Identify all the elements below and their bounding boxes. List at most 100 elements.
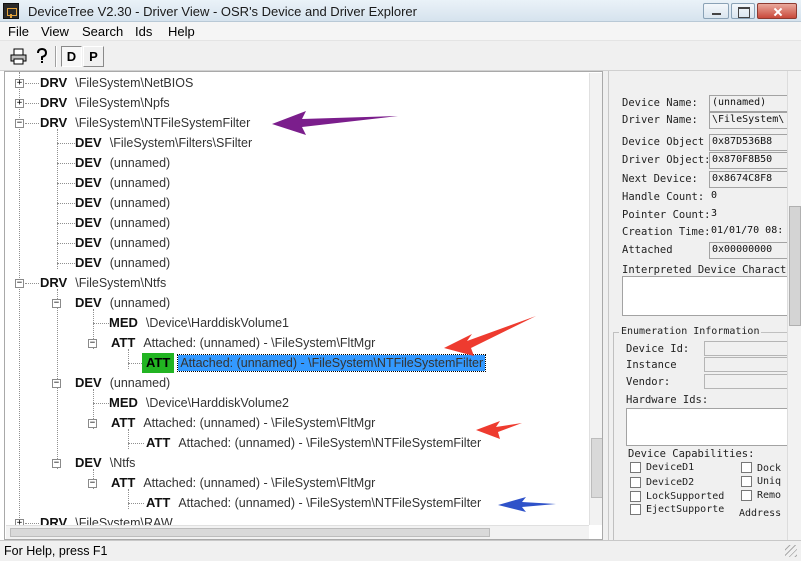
cap-remo-checkbox[interactable] [741,490,752,501]
collapse-toggle[interactable]: − [88,479,97,488]
characteristics-box[interactable] [622,276,792,316]
tree-line [57,263,75,264]
driver-name-field[interactable]: \FileSystem\ [709,112,799,129]
node-type: DEV [75,195,102,210]
tree-node-drv[interactable]: DRV \FileSystem\Ntfs [40,273,166,293]
printer-icon [10,48,27,65]
cap-deviced2-label: DeviceD2 [646,477,695,488]
tree-line [25,523,39,524]
details-scroll-thumb[interactable] [789,206,801,326]
tree-node-dev[interactable]: DEV (unnamed) [75,153,170,173]
device-name-field[interactable]: (unnamed) [709,95,799,112]
cap-uniq-checkbox[interactable] [741,476,752,487]
tree-node-att-selected[interactable]: ATT Attached: (unnamed) - \FileSystem\NTF… [142,353,487,373]
next-device-field[interactable]: 0x8674C8F8 [709,171,799,188]
tree-line [25,83,39,84]
device-tree-view[interactable]: + + − − − − − − − − + DRV \FileSystem\Net… [4,71,603,540]
interpreted-characteristics-label: Interpreted Device Characte [622,264,793,276]
pointer-count-field[interactable]: 3 [709,207,799,224]
node-type: ATT [146,495,171,510]
node-type: DRV [40,275,68,290]
tree-node-dev[interactable]: DEV (unnamed) [75,213,170,233]
cap-eject-checkbox[interactable] [630,504,641,515]
expand-toggle[interactable]: + [15,79,24,88]
tree-node-dev[interactable]: DEV \FileSystem\Filters\SFilter [75,133,252,153]
tree-node-med[interactable]: MED \Device\HarddiskVolume1 [109,313,289,333]
cap-deviced1-checkbox[interactable] [630,462,641,473]
collapse-toggle[interactable]: − [15,119,24,128]
collapse-toggle[interactable]: − [52,299,61,308]
menu-view[interactable]: View [41,24,69,39]
node-label: \Device\HarddiskVolume1 [145,316,290,330]
tree-node-dev[interactable]: DEV (unnamed) [75,233,170,253]
instance-label: Instance [626,359,677,371]
menu-help[interactable]: Help [168,24,195,39]
node-type: MED [109,395,138,410]
tree-node-att[interactable]: ATT Attached: (unnamed) - \FileSystem\Flt… [111,473,375,493]
next-device-label: Next Device: [622,173,698,185]
tree-node-drv[interactable]: DRV \FileSystem\NetBIOS [40,73,193,93]
tree-hscroll-thumb[interactable] [10,528,490,537]
title-bar[interactable]: DeviceTree V2.30 - Driver View - OSR's D… [0,0,801,22]
print-button[interactable] [8,46,29,67]
maximize-button[interactable] [731,3,755,19]
driver-view-button[interactable]: D [61,46,82,67]
node-type: DEV [75,135,102,150]
cap-lock-label: LockSupported [646,491,725,502]
node-type: DEV [75,175,102,190]
tree-node-dev[interactable]: DEV (unnamed) [75,293,170,313]
creation-time-field[interactable]: 01/01/70 08: [709,224,799,241]
expand-toggle[interactable]: + [15,99,24,108]
node-label: (unnamed) [109,256,171,270]
node-label: \Ntfs [109,456,136,470]
pnp-view-button[interactable]: P [83,46,104,67]
cap-dock-checkbox[interactable] [741,462,752,473]
tree-node-att[interactable]: ATT Attached: (unnamed) - \FileSystem\Flt… [111,333,375,353]
tree-scroll-thumb[interactable] [591,438,602,498]
close-button[interactable] [757,3,797,19]
tree-node-dev[interactable]: DEV (unnamed) [75,193,170,213]
details-vertical-scrollbar[interactable] [787,71,801,540]
tree-node-med[interactable]: MED \Device\HarddiskVolume2 [109,393,289,413]
minimize-button[interactable] [703,3,729,19]
toolbar: D P [0,41,801,71]
device-object-field[interactable]: 0x87D536B8 [709,134,799,151]
menu-ids[interactable]: Ids [135,24,152,39]
tree-line [57,129,58,269]
tree-node-drv[interactable]: DRV \FileSystem\Npfs [40,93,170,113]
collapse-toggle[interactable]: − [52,379,61,388]
node-label: (unnamed) [109,216,171,230]
collapse-toggle[interactable]: − [88,339,97,348]
menu-file[interactable]: File [8,24,29,39]
hardware-ids-box[interactable] [626,408,791,446]
tree-node-att[interactable]: ATT Attached: (unnamed) - \FileSystem\Flt… [111,413,375,433]
tree-node-dev[interactable]: DEV (unnamed) [75,253,170,273]
device-object-label: Device Object [622,136,705,148]
cap-lock-checkbox[interactable] [630,491,641,502]
attached-field[interactable]: 0x00000000 [709,242,799,259]
tree-node-drv[interactable]: DRV \FileSystem\NTFileSystemFilter [40,113,250,133]
capabilities-label: Device Capabilities: [628,448,755,460]
collapse-toggle[interactable]: − [88,419,97,428]
node-type: DRV [40,75,68,90]
tree-node-dev[interactable]: DEV \Ntfs [75,453,135,473]
handle-count-field[interactable]: 0 [709,189,799,206]
help-button[interactable] [31,46,52,67]
node-type: MED [109,315,138,330]
collapse-toggle[interactable]: − [15,279,24,288]
node-label: Attached: (unnamed) - \FileSystem\NTFile… [178,496,482,510]
tree-node-att[interactable]: ATT Attached: (unnamed) - \FileSystem\NTF… [146,433,481,453]
app-icon [3,3,19,19]
tree-horizontal-scrollbar[interactable] [6,525,589,539]
node-label: (unnamed) [109,236,171,250]
tree-node-dev[interactable]: DEV (unnamed) [75,373,170,393]
tree-node-att[interactable]: ATT Attached: (unnamed) - \FileSystem\NTF… [146,493,481,513]
resize-grip[interactable] [785,545,797,557]
cap-deviced2-checkbox[interactable] [630,477,641,488]
driver-object-field[interactable]: 0x870F8B50 [709,152,799,169]
collapse-toggle[interactable]: − [52,459,61,468]
toolbar-separator [55,46,57,67]
menu-search[interactable]: Search [82,24,123,39]
tree-node-dev[interactable]: DEV (unnamed) [75,173,170,193]
tree-vertical-scrollbar[interactable] [589,73,602,525]
